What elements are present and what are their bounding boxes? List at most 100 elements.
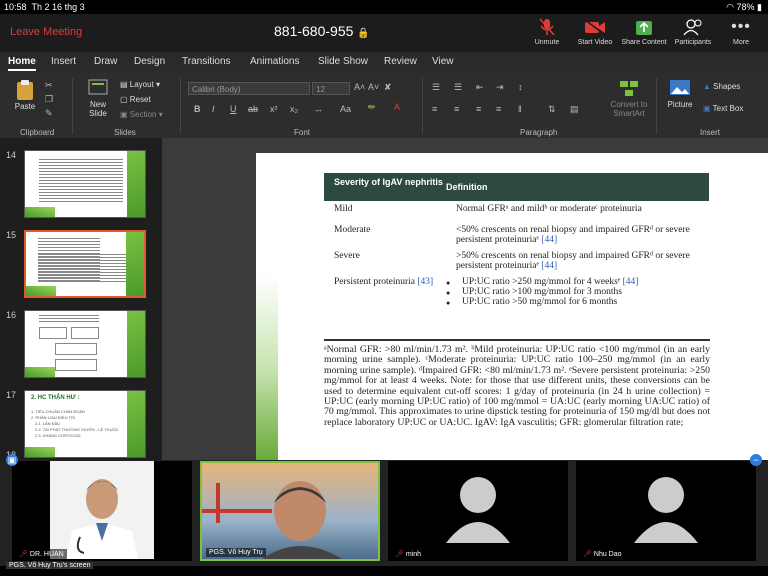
video-strip-minimize-icon[interactable]: − [750,454,762,466]
avatar-placeholder-icon [634,477,698,543]
list-item: UP:UC ratio >50 mg/mmol for 6 months [446,297,696,308]
justify-icon[interactable]: ≡ [496,104,501,114]
unmute-button[interactable]: Unmute [522,16,572,46]
new-slide-button[interactable]: New Slide [82,78,114,118]
shapes-button[interactable]: ▲ Shapes [703,82,740,91]
decrease-indent-icon[interactable]: ⇤ [476,82,484,93]
leave-meeting-button[interactable]: Leave Meeting [10,26,82,38]
tab-review[interactable]: Review [384,56,417,67]
char-spacing-icon[interactable]: ↔ [314,104,323,114]
new-slide-icon [88,79,108,95]
change-case-icon[interactable]: Aa [340,104,351,114]
font-group-label: Font [294,128,311,137]
clear-format-icon[interactable]: ✘ [384,82,392,93]
list-item: UP:UC ratio >250 mg/mmol for 4 weeksᵉ [4… [446,277,696,288]
more-icon: ••• [731,18,751,35]
superscript-icon[interactable]: x² [270,104,278,114]
slide-decoration [256,153,278,460]
participant-name: PGS. Võ Huy Trụ [206,548,266,557]
thumbnail-number: 16 [6,310,17,320]
align-left-icon[interactable]: ≡ [432,104,437,114]
more-button[interactable]: ••• More [716,16,766,46]
shared-screen-label: PGS. Võ Huy Trụ's screen [6,562,94,569]
table-row: Persistent proteinuria [43] UP:UC ratio … [324,277,709,337]
align-right-icon[interactable]: ≡ [476,104,481,114]
line-spacing-icon[interactable]: ↕ [518,82,523,92]
copy-icon[interactable]: ❐ [45,94,53,105]
participant-name: 🎤︎ minh [392,549,425,559]
share-content-button[interactable]: Share Content [619,16,669,46]
video-tile[interactable]: 🎤︎ Nhu Dao [576,461,756,561]
slide-thumbnail[interactable]: 2. HC THẬN HƯ : 1. TIÊU CHUẨN CHẨN ĐOÁN … [24,390,146,458]
video-tile-active[interactable]: PGS. Võ Huy Trụ [200,461,380,561]
bottom-bar [0,566,768,576]
reset-button[interactable]: ▢ Reset [120,95,151,104]
subscript-icon[interactable]: x₂ [290,104,298,114]
slide-thumbnail[interactable] [24,310,146,378]
picture-button[interactable]: Picture [664,78,696,109]
format-painter-icon[interactable]: ✎ [45,108,53,119]
participants-button[interactable]: Participants [668,16,718,46]
mic-muted-icon: 🎤︎ [19,551,28,558]
text-direction-icon[interactable]: ⇅ [548,104,556,115]
bullets-icon[interactable]: ☰ [432,82,440,93]
slides-group-label: Slides [114,128,136,137]
tab-insert[interactable]: Insert [51,56,76,67]
insert-group-label: Insert [700,128,721,137]
ios-status-bar: 10:58 Th 2 16 thg 3 ◠ 78% ▮ [0,0,768,14]
font-name-select[interactable]: Calibri (Body) [188,82,310,95]
divider [422,78,423,134]
thumbnail-number: 17 [6,390,17,400]
italic-icon[interactable]: I [212,104,215,114]
tab-draw[interactable]: Draw [94,56,117,67]
divider [180,78,181,134]
mic-muted-icon: 🎤︎ [395,551,404,558]
participant-name: 🎤︎ Nhu Dao [580,549,625,559]
cut-icon[interactable]: ✂ [45,80,53,91]
font-color-icon[interactable]: A [394,102,400,112]
increase-indent-icon[interactable]: ⇥ [496,82,504,93]
decrease-font-icon[interactable]: A˅ [368,82,379,92]
thumbnail-number: 14 [6,150,17,160]
highlight-icon[interactable]: ✏ [368,102,376,113]
text-box-button[interactable]: ▣ Text Box [703,104,743,113]
bold-icon[interactable]: B [194,104,201,114]
strikethrough-icon[interactable]: ab [248,104,258,114]
convert-smartart-button[interactable]: Convert to SmartArt [606,78,652,118]
tab-design[interactable]: Design [134,56,165,67]
section-button[interactable]: ▣ Section ▾ [120,110,163,119]
clipboard-group-label: Clipboard [20,128,55,137]
tab-home[interactable]: Home [8,56,36,71]
picture-icon [670,80,690,95]
start-video-button[interactable]: Start Video [570,16,620,46]
current-slide[interactable]: Severity of IgAV nephritis Definition Mi… [256,153,768,460]
paste-button[interactable]: Paste [10,78,40,111]
layout-button[interactable]: ▤ Layout ▾ [120,80,160,89]
slide-thumbnails-panel: 14 15 16 17 2. HC THẬN HƯ : 1. TIÊU CHUẨ… [0,138,162,460]
video-tile[interactable]: 🎤︎ DR. HUAN [12,461,192,561]
clipboard-icon [17,80,33,100]
font-size-select[interactable]: 12 [312,82,350,95]
participants-icon [683,19,702,36]
slide-thumbnail[interactable] [24,150,146,218]
meeting-id[interactable]: 881-680-955 🔒 [274,23,370,39]
tab-slide-show[interactable]: Slide Show [318,56,368,67]
align-center-icon[interactable]: ≡ [454,104,459,114]
share-icon [636,21,652,35]
slide-thumbnail-selected[interactable] [24,230,146,298]
tab-view[interactable]: View [432,56,454,67]
align-text-icon[interactable]: ▤ [570,104,579,115]
lock-icon: 🔒 [357,28,370,39]
divider [72,78,73,134]
tab-animations[interactable]: Animations [250,56,299,67]
numbering-icon[interactable]: ☰ [454,82,462,93]
video-strip-collapse-icon[interactable]: ▣ [6,454,18,466]
columns-icon[interactable]: ‖ [518,104,522,114]
ribbon-home: Paste ✂ ❐ ✎ Clipboard New Slide ▤ Layout… [0,72,768,139]
increase-font-icon[interactable]: A˄ [354,82,365,92]
zoom-toolbar: Leave Meeting 881-680-955 🔒 Unmute Start … [0,14,768,52]
underline-icon[interactable]: U [230,104,237,114]
mic-muted-icon: 🎤︎ [583,551,592,558]
tab-transitions[interactable]: Transitions [182,56,231,67]
video-tile[interactable]: 🎤︎ minh [388,461,568,561]
